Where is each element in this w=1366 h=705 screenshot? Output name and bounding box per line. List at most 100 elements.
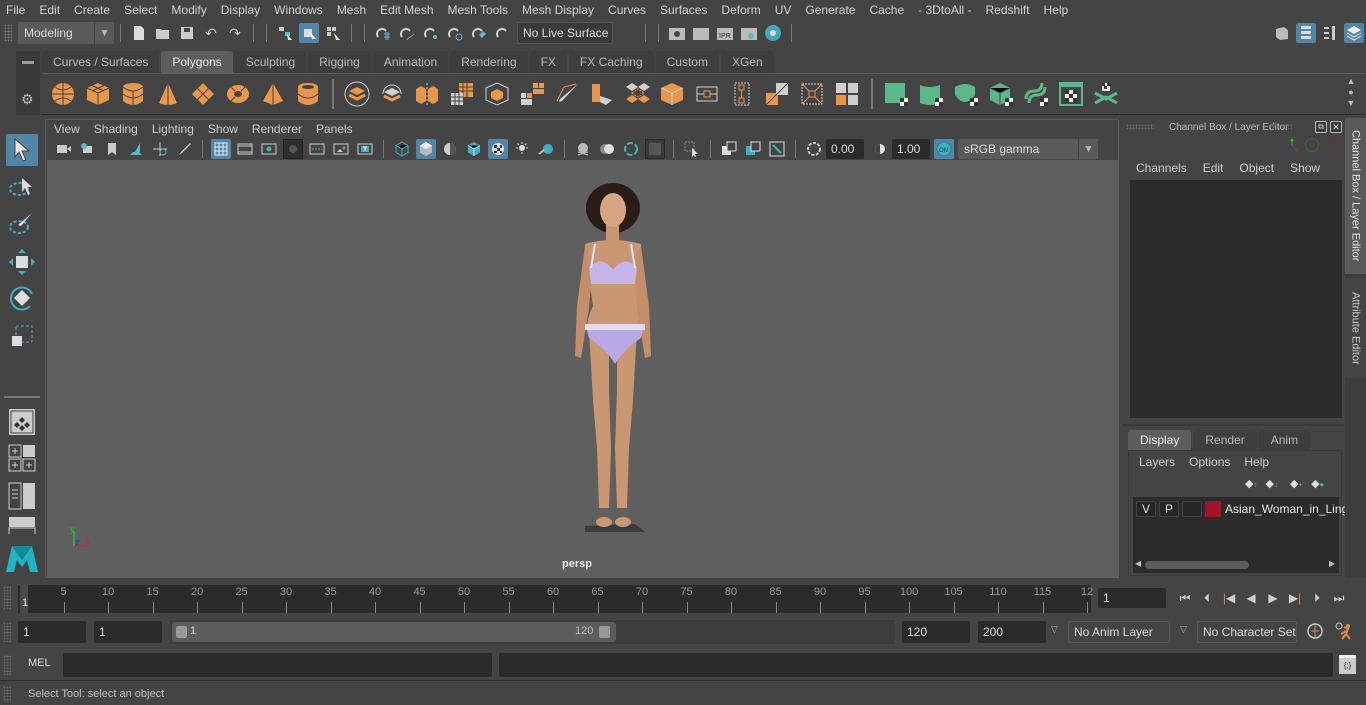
create-layer-from-selected-icon[interactable]: ◆● [1311,477,1324,490]
layer-list-scrollbar[interactable]: ◀ ▶ [1133,559,1339,571]
use-default-material-icon[interactable] [440,139,460,159]
multisample-aa-icon[interactable] [719,139,739,159]
shelf-tab-rigging[interactable]: Rigging [308,51,371,73]
viewport-menu-shading[interactable]: Shading [94,122,138,136]
automatic-uv-icon[interactable] [986,79,1016,109]
scroll-up-icon[interactable]: ▲ [1342,76,1360,87]
scroll-thumb[interactable] [1145,561,1249,569]
viewport-menu-panels[interactable]: Panels [316,122,353,136]
panel-divider[interactable] [1122,424,1344,426]
panel-grip[interactable] [1126,124,1154,130]
grease-pencil-icon[interactable] [174,139,194,159]
grid-icon[interactable] [211,139,231,159]
timeline-grip[interactable] [3,586,11,610]
planar-uv-icon[interactable] [881,79,911,109]
snap-to-view-plane-icon[interactable] [445,23,465,43]
menu-file[interactable]: File [6,3,25,17]
select-object-icon[interactable] [299,23,319,43]
menu-create[interactable]: Create [74,3,110,17]
channel-box-menu-channels[interactable]: Channels [1136,161,1187,175]
channel-box-menu-object[interactable]: Object [1239,161,1274,175]
layer-name[interactable]: Asian_Woman_in_Ling [1225,502,1348,516]
menu-redshift[interactable]: Redshift [986,3,1030,17]
new-scene-icon[interactable] [129,23,149,43]
menu-edit-mesh[interactable]: Edit Mesh [380,3,433,17]
character-set-dropdown[interactable]: No Character Set [1197,621,1297,643]
paint-select-tool-button[interactable] [6,208,38,240]
four-view-layout-button[interactable] [6,442,38,474]
shelf-tab-rendering[interactable]: Rendering [450,51,528,73]
bridge-icon[interactable] [517,79,547,109]
step-forward-frame-icon[interactable]: ⏵ [1306,591,1328,606]
manipulator-icon[interactable] [1284,138,1300,157]
mirror-icon[interactable] [412,79,442,109]
play-forwards-icon[interactable]: ▶ [1262,591,1284,605]
shelf-scroll[interactable]: ▲ ● ▼ [1342,76,1360,110]
animation-start-field[interactable]: 1 [18,621,86,643]
auto-key-icon[interactable] [1306,622,1324,643]
poly-cube-icon[interactable] [83,79,113,109]
xray-active-components-icon[interactable] [597,139,617,159]
range-slider-bar[interactable]: 1 120 [172,622,616,642]
image-plane-icon[interactable] [126,139,146,159]
split-icon[interactable] [797,79,827,109]
scroll-down-icon[interactable]: ▼ [1342,98,1360,109]
insert-edge-loop-icon[interactable] [622,79,652,109]
gate-mask-icon[interactable] [283,139,303,159]
gear-icon[interactable]: ⚙ [21,91,34,108]
cylindrical-uv-icon[interactable] [916,79,946,109]
select-hierarchy-icon[interactable] [275,23,295,43]
wireframe-on-shaded-icon[interactable] [464,139,484,159]
use-all-lights-icon[interactable] [512,139,532,159]
exposure-field[interactable]: 0.00 [826,139,864,159]
range-end-handle[interactable] [599,626,610,638]
layer-menu-options[interactable]: Options [1189,455,1230,469]
channel-box-menu-edit[interactable]: Edit [1203,161,1224,175]
step-back-key-icon[interactable]: |◀ [1218,591,1240,605]
shelf-tab-custom[interactable]: Custom [655,51,719,73]
viewport-menu-view[interactable]: View [54,122,80,136]
shadows-icon[interactable] [536,139,556,159]
toggle-channel-box-icon[interactable] [1344,23,1364,43]
menu-modify[interactable]: Modify [171,3,206,17]
camera-attributes-icon[interactable] [78,139,98,159]
close-icon[interactable]: ✕ [1330,121,1342,133]
move-tool-button[interactable] [6,246,38,278]
toggle-attribute-editor-icon[interactable] [1296,23,1316,43]
open-scene-icon[interactable] [153,23,173,43]
snap-to-point-icon[interactable] [421,23,441,43]
shelf-tab-xgen[interactable]: XGen [720,51,774,73]
menu-3dtoall[interactable]: - 3DtoAll - [918,3,971,17]
layer-playback-toggle[interactable]: P [1159,501,1179,517]
range-grip[interactable] [3,622,11,642]
undo-icon[interactable]: ↶ [201,23,221,43]
multi-cut-icon[interactable] [587,79,617,109]
xray-joints-icon[interactable] [621,139,641,159]
float-panel-icon[interactable]: ⧉ [1315,121,1327,133]
step-forward-key-icon[interactable]: ▶| [1284,591,1306,605]
hypershade-icon[interactable] [763,23,783,43]
layer-visibility-toggle[interactable]: V [1136,501,1156,517]
scroll-handle[interactable]: ● [1342,87,1360,98]
channel-list[interactable] [1130,180,1342,418]
target-weld-icon[interactable] [727,79,757,109]
menu-mesh-display[interactable]: Mesh Display [522,3,594,17]
layer-color-swatch[interactable] [1205,501,1221,517]
shelf-tab-sculpting[interactable]: Sculpting [234,51,307,73]
attribute-editor-side-tab[interactable]: Attribute Editor [1345,278,1366,378]
ipr-render-icon[interactable]: IPR [715,23,735,43]
poly-cone-icon[interactable] [153,79,183,109]
menu-mesh-tools[interactable]: Mesh Tools [448,3,508,17]
range-slider-track[interactable]: 1 120 [170,620,895,644]
uv-editor-icon[interactable] [1056,79,1086,109]
playback-end-field[interactable]: 120 [902,621,970,643]
rotate-tool-button[interactable] [6,282,38,314]
extrude-icon[interactable] [552,79,582,109]
resolution-gate-icon[interactable] [259,139,279,159]
toggle-tool-settings-icon[interactable] [1320,23,1340,43]
poly-pipe-icon[interactable] [293,79,323,109]
menu-edit[interactable]: Edit [39,3,60,17]
move-layer-down-icon[interactable]: ◆↓ [1265,477,1277,490]
poly-pyramid-icon[interactable] [258,79,288,109]
field-chart-icon[interactable] [307,139,327,159]
